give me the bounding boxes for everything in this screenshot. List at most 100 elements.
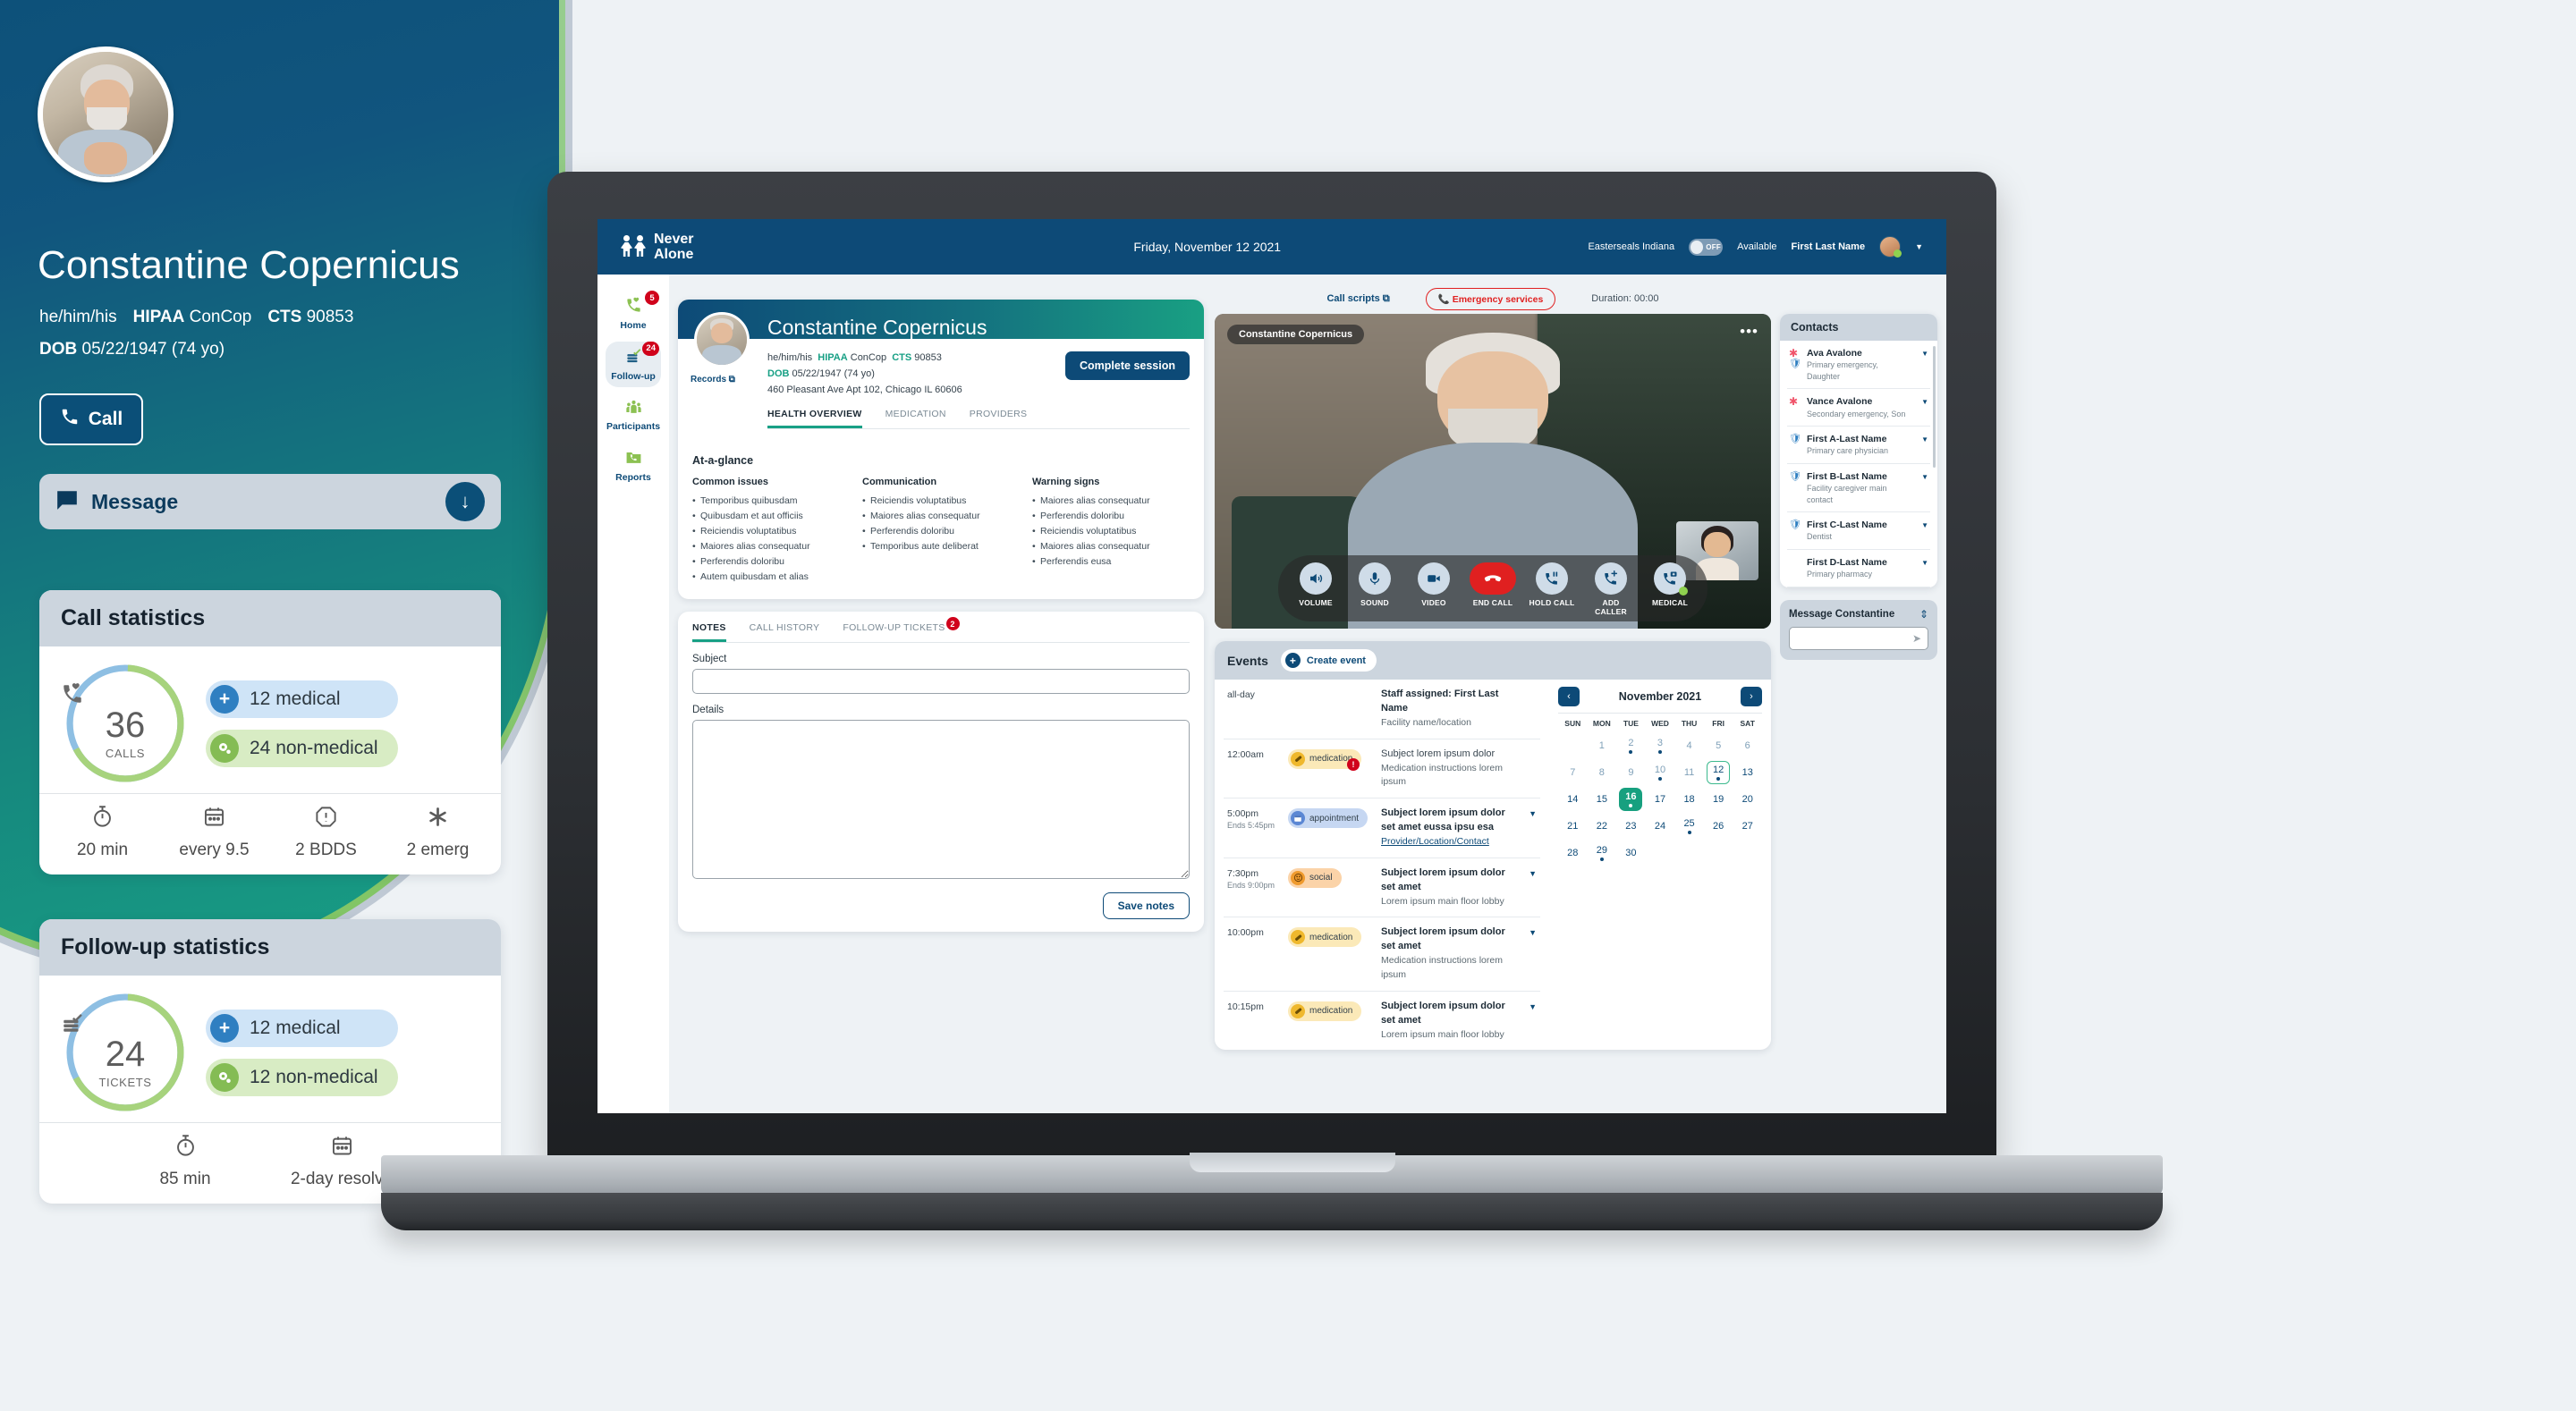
tab-notes[interactable]: NOTES [692,622,726,643]
calendar-day[interactable]: 9 [1616,760,1646,785]
message-input[interactable]: ➤ [1789,626,1928,650]
chevron-down-icon[interactable]: ▼ [1918,347,1928,382]
chevron-down-icon[interactable]: ▼ [1918,470,1928,505]
chevron-down-icon[interactable]: ▼ [1522,1000,1537,1011]
calendar-day[interactable]: 19 [1704,787,1733,812]
followup-stat-duration-text: 85 min [159,1169,211,1188]
calendar-day[interactable]: 30 [1616,841,1646,866]
hold-call-button[interactable]: HOLD CALL [1529,562,1575,616]
calendar-day[interactable]: 6 [1733,733,1762,758]
tab-medication[interactable]: MEDICATION [886,409,946,428]
calendar-day[interactable]: 14 [1558,787,1588,812]
event-time: 10:00pm [1227,927,1264,939]
hero-dob: DOB 05/22/1947 (74 yo) [39,340,225,359]
expand-vertical-icon[interactable]: ⇕ [1919,608,1928,621]
chevron-down-icon[interactable]: ▼ [1918,433,1928,457]
alert-octagon-icon [270,805,382,835]
tab-health-overview[interactable]: HEALTH OVERVIEW [767,409,862,429]
availability-toggle[interactable]: OFF [1689,238,1724,256]
calendar-day[interactable]: 29 [1588,841,1617,866]
chevron-down-icon[interactable]: ▼ [1918,556,1928,580]
calendar-day[interactable]: 5 [1704,733,1733,758]
emergency-services-button[interactable]: 📞 Emergency services [1425,287,1556,310]
calendar-day[interactable]: 13 [1733,760,1762,785]
tab-providers[interactable]: PROVIDERS [970,409,1028,428]
calendar-day[interactable]: 11 [1674,760,1704,785]
save-notes-button[interactable]: Save notes [1102,892,1190,920]
call-scripts-link[interactable]: Call scripts ⧉ [1326,293,1389,305]
calendar-day[interactable]: 15 [1588,787,1617,812]
chevron-down-icon[interactable]: ▼ [1522,925,1537,937]
calendar-day[interactable]: 12 [1704,760,1733,785]
contact-row[interactable]: 🛡 First C-Last Name Dentist ▼ [1787,512,1930,551]
emergency-services-label: Emergency services [1452,293,1544,305]
calendar-next-button[interactable]: › [1740,687,1762,706]
details-textarea[interactable] [692,720,1190,880]
contact-row[interactable]: ✱ Vance Avalone Secondary emergency, Son ▼ [1787,389,1930,427]
volume-button[interactable]: VOLUME [1292,562,1339,616]
chevron-down-icon[interactable]: ▼ [1522,807,1537,818]
calendar-day[interactable]: 2 [1616,733,1646,758]
event-subtitle-link[interactable]: Provider/Location/Contact [1381,835,1513,849]
calendar-day[interactable]: 28 [1558,841,1588,866]
call-button[interactable]: Call [39,393,143,445]
calendar-day[interactable]: 10 [1646,760,1675,785]
table-row[interactable]: 5:00pm Ends 5:45pm appointment Subject l… [1224,798,1540,858]
send-icon[interactable]: ➤ [1912,632,1921,645]
create-event-button[interactable]: + Create event [1280,649,1377,672]
sidebar-item-followup[interactable]: 24 Follow-up [606,341,661,387]
table-row[interactable]: all-day Staff assigned: First Last Name … [1224,680,1540,739]
ellipsis-icon[interactable]: ••• [1740,323,1758,341]
records-link[interactable]: Records ⧉ [691,375,735,384]
contact-row[interactable]: First D-Last Name Primary pharmacy ▼ [1787,550,1930,587]
calendar-day[interactable]: 16 [1616,787,1646,812]
calendar-day[interactable]: 20 [1733,787,1762,812]
tab-followup-tickets[interactable]: FOLLOW-UP TICKETS 2 [843,617,960,642]
calendar-day[interactable]: 4 [1674,733,1704,758]
end-call-button[interactable]: END CALL [1470,562,1516,616]
calendar-day[interactable]: 3 [1646,733,1675,758]
calendar-day[interactable]: 18 [1674,787,1704,812]
chevron-down-icon[interactable]: ▼ [1918,395,1928,419]
calendar-day[interactable]: 7 [1558,760,1588,785]
hero-patient-name: Constantine Copernicus [38,243,460,287]
followup-medical-label: 12 medical [250,1017,341,1038]
calendar-day[interactable]: 8 [1588,760,1617,785]
contact-row[interactable]: ✱ 🛡 Ava Avalone Primary emergency, Daughter… [1787,341,1930,390]
chevron-down-icon[interactable]: ▼ [1918,519,1928,543]
calendar-day[interactable]: 26 [1704,814,1733,839]
video-button[interactable]: VIDEO [1411,562,1457,616]
subject-input[interactable] [692,669,1190,695]
contact-row[interactable]: 🛡 First A-Last Name Primary care physician… [1787,427,1930,464]
calendar-day[interactable]: 21 [1558,814,1588,839]
chevron-down-icon[interactable]: ▼ [1522,866,1537,878]
chevron-down-icon[interactable]: ▼ [1915,242,1923,251]
calendar-day[interactable]: 25 [1674,814,1704,839]
table-row[interactable]: 7:30pm Ends 9:00pm social Subject lorem … [1224,858,1540,918]
sidebar-item-reports[interactable]: Reports [606,443,661,488]
sidebar-item-participants[interactable]: Participants [606,393,661,438]
calendar-day[interactable]: 27 [1733,814,1762,839]
tab-call-history[interactable]: CALL HISTORY [750,622,820,642]
table-row[interactable]: 12:00am medication ! Subject lorem ipsum… [1224,739,1540,799]
table-row[interactable]: 10:15pm medication Subject lorem ipsum d… [1224,992,1540,1051]
message-button[interactable]: Message ↓ [39,474,501,529]
asterisk-icon [382,805,494,835]
sidebar-item-home[interactable]: 5 Home [606,291,661,336]
calendar-day[interactable]: 17 [1646,787,1675,812]
contacts-scrollbar[interactable] [1933,346,1936,468]
contact-row[interactable]: 🛡 First B-Last Name Facility caregiver mai… [1787,464,1930,513]
complete-session-button[interactable]: Complete session [1065,351,1190,380]
calendar-day[interactable]: 1 [1588,733,1617,758]
avatar[interactable] [1879,236,1902,258]
arrow-down-icon[interactable]: ↓ [445,482,485,521]
followup-statistics-donut: 24 TICKETS [61,988,190,1117]
calendar-day[interactable]: 24 [1646,814,1675,839]
calendar-day[interactable]: 23 [1616,814,1646,839]
add-caller-button[interactable]: ADD CALLER [1588,562,1634,616]
calendar-day[interactable]: 22 [1588,814,1617,839]
sound-button[interactable]: SOUND [1352,562,1398,616]
medical-button[interactable]: MEDICAL [1647,562,1693,616]
table-row[interactable]: 10:00pm medication Subject lorem ipsum d… [1224,917,1540,992]
calendar-prev-button[interactable]: ‹ [1558,687,1580,706]
